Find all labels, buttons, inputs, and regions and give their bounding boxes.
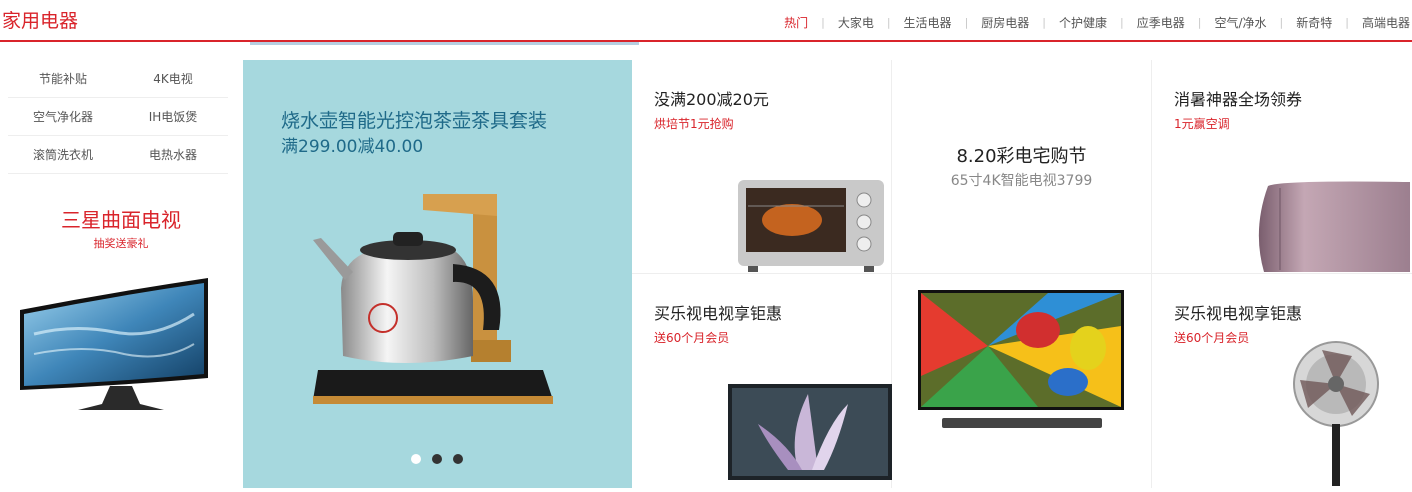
tab-separator: | <box>1197 16 1202 29</box>
carousel-dot[interactable] <box>411 454 421 464</box>
tab-separator: | <box>1120 16 1124 29</box>
curved-tv-image[interactable] <box>14 274 214 434</box>
tab-kitchen-appliances[interactable]: 厨房电器 <box>981 14 1029 31</box>
cell-title: 没满200减20元 <box>654 90 769 109</box>
air-conditioner-image <box>1258 181 1410 272</box>
quick-link[interactable]: IH电饭煲 <box>118 108 228 125</box>
product-grid: 没满200减20元 烘培节1元抢购 8.20彩电宅购节 65寸4K智能电视379… <box>632 60 1412 488</box>
quick-link[interactable]: 节能补贴 <box>8 70 118 87</box>
tab-highlight-bar <box>250 42 639 45</box>
quick-link-row: 节能补贴 4K电视 <box>8 60 228 98</box>
grid-cell-tv-paint[interactable] <box>892 274 1152 488</box>
tab-large-appliances[interactable]: 大家电 <box>838 14 874 31</box>
quick-links: 节能补贴 4K电视 空气净化器 IH电饭煲 滚筒洗衣机 电热水器 <box>8 60 228 174</box>
cell-title: 买乐视电视享钜惠 <box>654 304 783 323</box>
tab-separator: | <box>886 16 891 29</box>
grid-cell-air-conditioner[interactable]: 消暑神器全场领券 1元赢空调 <box>1152 60 1412 274</box>
cell-subtitle: 65寸4K智能电视3799 <box>950 173 1093 189</box>
tab-life-appliances[interactable]: 生活电器 <box>904 14 952 31</box>
category-title[interactable]: 家用电器 <box>2 6 78 33</box>
grid-cell-letv-1[interactable]: 买乐视电视享钜惠 送60个月会员 <box>632 274 892 488</box>
tab-premium[interactable]: 高端电器 <box>1362 14 1410 31</box>
tab-hot[interactable]: 热门 <box>784 14 808 31</box>
fan-image <box>1293 341 1379 486</box>
oven-image <box>738 180 884 272</box>
cell-subtitle: 送60个月会员 <box>1174 331 1250 345</box>
carousel-dot[interactable] <box>453 454 463 464</box>
quick-link-row: 空气净化器 IH电饭煲 <box>8 98 228 136</box>
cell-subtitle: 1元赢空调 <box>1174 117 1230 131</box>
quick-link[interactable]: 空气净化器 <box>8 108 118 125</box>
category-header: 家用电器 热门 | 大家电 | 生活电器 | 厨房电器 | 个护健康 | 应季电… <box>0 0 1412 42</box>
cell-title: 消暑神器全场领券 <box>1174 90 1303 109</box>
promo-title: 三星曲面电视 <box>61 208 181 232</box>
quick-link[interactable]: 滚筒洗衣机 <box>8 146 118 163</box>
quick-link[interactable]: 4K电视 <box>118 70 228 87</box>
carousel-dot[interactable] <box>432 454 442 464</box>
cell-title: 8.20彩电宅购节 <box>956 146 1087 167</box>
left-sidebar: 节能补贴 4K电视 空气净化器 IH电饭煲 滚筒洗衣机 电热水器 三星曲面电视 … <box>0 60 242 488</box>
main-banner[interactable]: 烧水壶智能光控泡茶壶茶具套装 满299.00减40.00 <box>243 60 632 488</box>
cell-subtitle: 烘培节1元抢购 <box>654 117 734 131</box>
grid-cell-letv-2[interactable]: 买乐视电视享钜惠 送60个月会员 <box>1152 274 1412 488</box>
tab-separator: | <box>964 16 969 29</box>
kettle-image <box>313 194 553 404</box>
tab-separator: | <box>1279 16 1284 29</box>
tab-novelty[interactable]: 新奇特 <box>1296 14 1332 31</box>
banner-subtitle: 满299.00减40.00 <box>281 137 424 157</box>
cell-title: 买乐视电视享钜惠 <box>1174 304 1303 323</box>
tab-separator: | <box>1345 16 1349 29</box>
tv-image <box>728 384 892 480</box>
category-tabs: 热门 | 大家电 | 生活电器 | 厨房电器 | 个护健康 | 应季电器 | 空… <box>784 14 1410 31</box>
tab-separator: | <box>821 16 825 29</box>
samsung-promo[interactable]: 三星曲面电视 抽奖送豪礼 <box>0 204 242 251</box>
cell-subtitle: 送60个月会员 <box>654 331 730 345</box>
tv-image <box>918 290 1124 428</box>
tab-separator: | <box>1042 16 1047 29</box>
quick-link[interactable]: 电热水器 <box>118 146 228 163</box>
promo-subtitle: 抽奖送豪礼 <box>93 237 149 250</box>
tab-personal-care[interactable]: 个护健康 <box>1059 14 1107 31</box>
grid-cell-oven[interactable]: 没满200减20元 烘培节1元抢购 <box>632 60 892 274</box>
banner-title: 烧水壶智能光控泡茶壶茶具套装 <box>281 110 548 132</box>
grid-cell-tv-festival[interactable]: 8.20彩电宅购节 65寸4K智能电视3799 <box>892 60 1152 274</box>
quick-link-row: 滚筒洗衣机 电热水器 <box>8 136 228 174</box>
carousel-dots <box>411 454 463 464</box>
tab-seasonal[interactable]: 应季电器 <box>1137 14 1185 31</box>
tab-air-water[interactable]: 空气/净水 <box>1214 14 1266 31</box>
